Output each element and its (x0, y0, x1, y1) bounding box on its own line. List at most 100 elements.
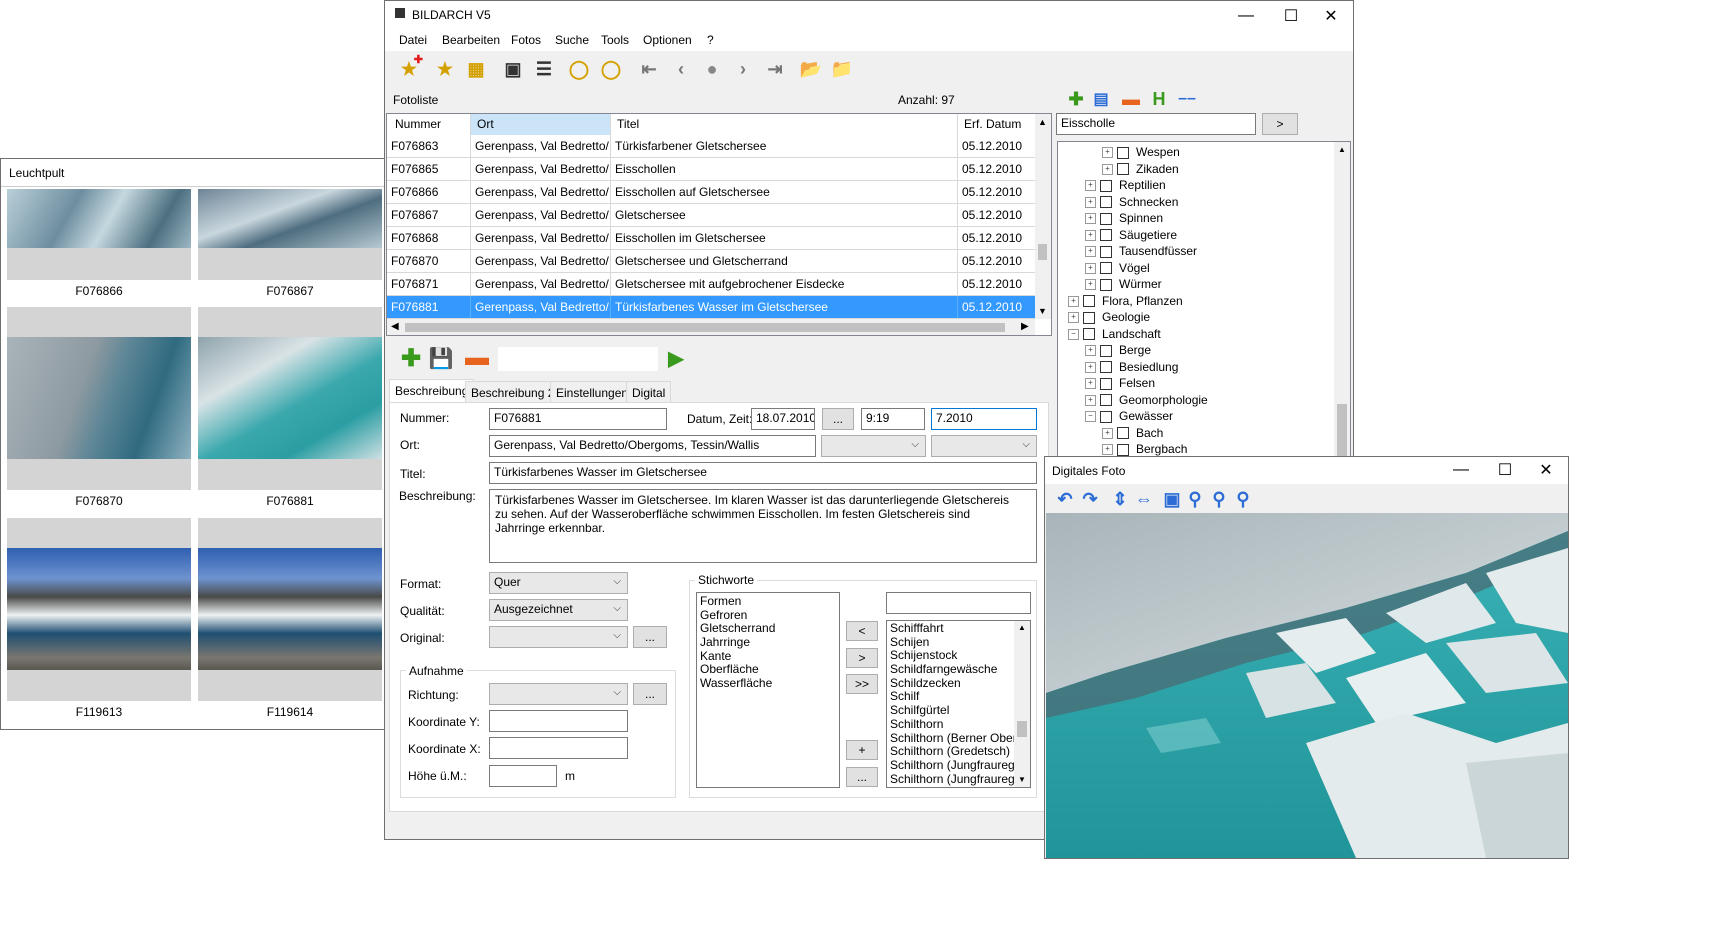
table-row[interactable]: F076870 Gerenpass, Val Bedretto/... Gletsc… (387, 250, 1051, 273)
minimize-button[interactable]: — (1223, 1, 1269, 31)
grid-vertical-scrollbar[interactable]: ▲ ▼ (1035, 114, 1051, 319)
ort-combo-2[interactable]: ⌵ (931, 435, 1037, 457)
tree-checkbox[interactable] (1117, 427, 1129, 440)
redo-icon[interactable]: ↷ (1076, 485, 1104, 513)
tree-expander-icon[interactable]: + (1085, 180, 1096, 192)
tree-checkbox[interactable] (1100, 361, 1112, 374)
tree-checkbox[interactable] (1100, 377, 1112, 390)
tree-item[interactable]: + Vögel (1085, 259, 1150, 277)
tab-digital[interactable]: Digital (626, 381, 672, 403)
tree-expander-icon[interactable]: + (1085, 378, 1096, 390)
tree-collapse-icon[interactable]: –– (1173, 85, 1201, 113)
tree-item[interactable]: + Säugetiere (1085, 226, 1177, 244)
new-keyword-button[interactable]: + (846, 740, 878, 760)
list-item[interactable]: Schildzecken (887, 677, 1014, 691)
tree-item[interactable]: + Felsen (1085, 374, 1155, 392)
tree-expand-icon[interactable]: H (1145, 85, 1173, 113)
tree-expander-icon[interactable]: + (1102, 163, 1113, 175)
tree-checkbox[interactable] (1100, 394, 1112, 407)
search-photo-p-icon[interactable]: ◯ (597, 55, 625, 83)
quick-input[interactable] (498, 347, 658, 371)
tree-remove-icon[interactable]: ▬ (1117, 85, 1145, 113)
menu-optionen[interactable]: Optionen (643, 33, 692, 47)
tree-checkbox[interactable] (1100, 229, 1112, 242)
list-item[interactable]: Schilf (887, 690, 1014, 704)
tree-item[interactable]: + Würmer (1085, 275, 1162, 293)
scroll-up-icon[interactable]: ▲ (1018, 623, 1026, 632)
edit-keywords-button[interactable]: ... (846, 767, 878, 787)
titel-field[interactable]: Türkisfarbenes Wasser im Gletschersee (489, 462, 1037, 484)
thumbnail-F076867[interactable] (198, 189, 382, 280)
column-header-ort[interactable]: Ort (471, 114, 611, 135)
digital-maximize-button[interactable]: ☐ (1482, 455, 1528, 485)
list-item[interactable]: Schifffahrt (887, 622, 1014, 636)
undo-icon[interactable]: ↶ (1051, 485, 1079, 513)
original-select[interactable]: ⌵ (489, 626, 628, 648)
tree-expander-icon[interactable]: + (1085, 246, 1096, 258)
datum-picker-button[interactable]: ... (822, 408, 854, 430)
tree-item[interactable]: + Reptilien (1085, 176, 1166, 194)
tree-item[interactable]: − Gewässer (1085, 407, 1173, 425)
tree-expander-icon[interactable]: + (1085, 345, 1096, 357)
qualitaet-select[interactable]: Ausgezeichnet ⌵ (489, 599, 628, 621)
richtung-select[interactable]: ⌵ (489, 683, 628, 705)
list-item[interactable]: Schilthorn (Jungfrauregio (887, 773, 1014, 787)
beschreibung-field[interactable]: Türkisfarbenes Wasser im Gletschersee. I… (489, 489, 1037, 563)
tree-checkbox[interactable] (1100, 196, 1112, 209)
tree-item[interactable]: + Geologie (1068, 308, 1150, 326)
datum2-field[interactable]: 7.2010 (931, 408, 1037, 430)
tree-edit-icon[interactable]: ▤ (1087, 85, 1115, 113)
list-item[interactable]: Schilthorn (Gredetsch) (887, 745, 1014, 759)
scroll-left-icon[interactable]: ◀ (391, 321, 399, 332)
tree-expander-icon[interactable]: + (1068, 295, 1079, 307)
datum-field[interactable]: 18.07.2010 (751, 408, 815, 430)
list-item[interactable]: Jahrringe (697, 635, 839, 650)
menu-tools[interactable]: Tools (601, 33, 629, 47)
tree-expander-icon[interactable]: − (1085, 411, 1096, 423)
hoehe-field[interactable] (489, 765, 557, 787)
tree-checkbox[interactable] (1083, 311, 1095, 324)
column-header-titel[interactable]: Titel (611, 114, 958, 135)
tree-search-field[interactable]: Eisscholle (1056, 113, 1256, 135)
tree-expander-icon[interactable]: + (1068, 312, 1079, 324)
scroll-up-icon[interactable]: ▲ (1038, 117, 1047, 127)
tree-search-button[interactable]: > (1262, 113, 1298, 135)
tree-item[interactable]: + Bach (1102, 424, 1163, 442)
tree-item[interactable]: + Flora, Pflanzen (1068, 292, 1183, 310)
run-icon[interactable]: ▶ (662, 344, 690, 372)
table-row[interactable]: F076863 Gerenpass, Val Bedretto/... Türkis… (387, 135, 1051, 158)
tree-item[interactable]: + Besiedlung (1085, 358, 1178, 376)
thumbnail-F076881[interactable] (198, 307, 382, 490)
tree-item[interactable]: + Wespen (1102, 143, 1180, 161)
tree-expander-icon[interactable]: + (1085, 229, 1096, 241)
tree-item[interactable]: + Berge (1085, 341, 1151, 359)
tree-item[interactable]: + Geomorphologie (1085, 391, 1208, 409)
tree-checkbox[interactable] (1100, 179, 1112, 192)
list-item[interactable]: Wasserfläche (697, 676, 839, 691)
tree-expander-icon[interactable]: + (1102, 427, 1113, 439)
add-record-icon[interactable]: ✚ (397, 344, 425, 372)
table-row[interactable]: F076866 Gerenpass, Val Bedretto/... Eissch… (387, 181, 1051, 204)
photo-star-icon[interactable]: ★ (431, 55, 459, 83)
koordinate-x-field[interactable] (489, 737, 628, 759)
tree-expander-icon[interactable]: + (1102, 444, 1113, 456)
tree-expander-icon[interactable]: − (1068, 328, 1079, 340)
tree-item[interactable]: − Landschaft (1068, 325, 1161, 343)
first-record-icon[interactable]: ⇤ (635, 55, 663, 83)
tree-expander-icon[interactable]: + (1085, 279, 1096, 291)
list-item[interactable]: Schilthorn (Jungfrauregio (887, 759, 1014, 773)
tree-item[interactable]: + Tausendfüsser (1085, 242, 1197, 260)
list-item[interactable]: Gefroren (697, 608, 839, 623)
tree-expander-icon[interactable]: + (1085, 262, 1096, 274)
list-item[interactable]: Schilthorn (Berner Oberla (887, 732, 1014, 746)
tree-checkbox[interactable] (1117, 163, 1129, 176)
list-item[interactable]: Gletscherrand (697, 622, 839, 636)
menu-help[interactable]: ? (707, 33, 714, 47)
zoom-out-icon[interactable]: ⚲ (1229, 485, 1257, 513)
tree-checkbox[interactable] (1100, 245, 1112, 258)
keyword-list-scrollbar[interactable]: ▲ ▼ (1014, 621, 1030, 787)
format-select[interactable]: Quer ⌵ (489, 572, 628, 594)
table-row[interactable]: F076865 Gerenpass, Val Bedretto/... Eissch… (387, 158, 1051, 181)
menu-fotos[interactable]: Fotos (511, 33, 541, 47)
close-button[interactable]: ✕ (1308, 1, 1354, 31)
